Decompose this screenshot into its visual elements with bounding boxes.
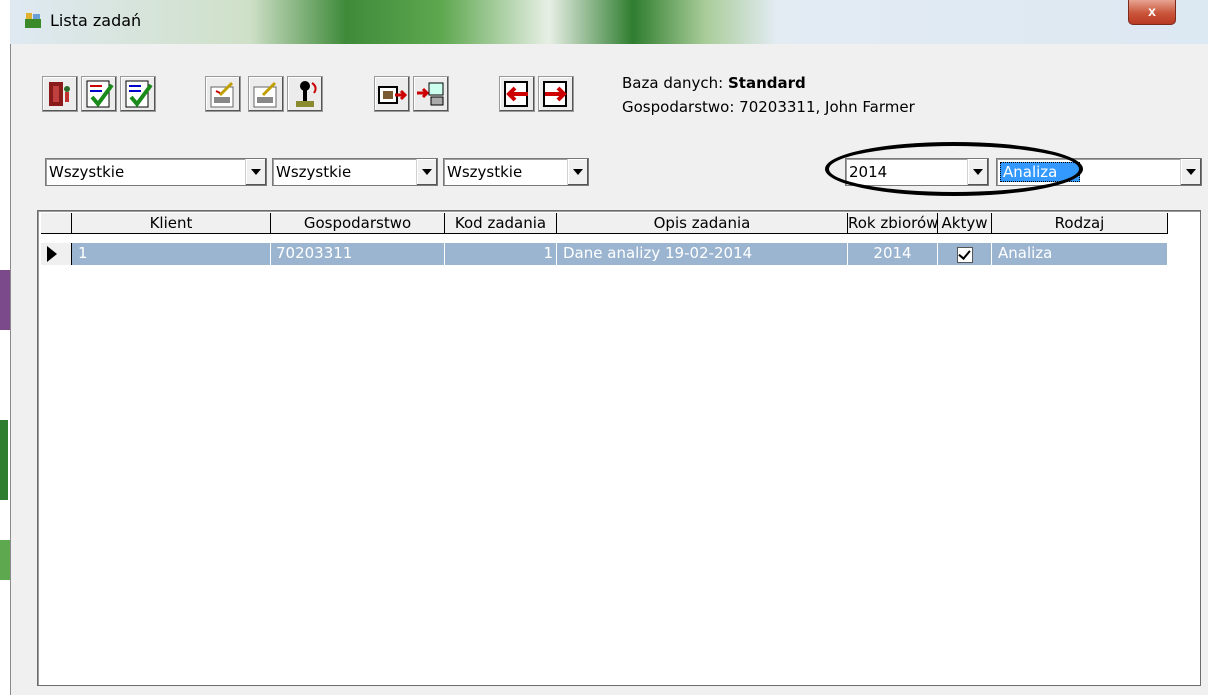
import-right-button[interactable] — [538, 76, 574, 112]
highlight-ellipse — [825, 142, 1083, 196]
cell-kod-zadania[interactable]: 1 — [445, 243, 557, 265]
filter-combo-1[interactable]: Wszystkie — [45, 158, 267, 186]
new-task-button[interactable] — [248, 76, 284, 112]
column-header-rodzaj[interactable]: Rodzaj — [992, 213, 1168, 234]
cell-gospodarstwo[interactable]: 70203311 — [276, 243, 445, 265]
check-all-icon — [86, 80, 114, 108]
close-button[interactable]: x — [1128, 0, 1176, 25]
column-header-rok-zbiorow[interactable]: Rok zbiorów — [848, 213, 938, 234]
edit-task-icon — [210, 81, 234, 108]
chevron-down-icon[interactable] — [1180, 159, 1201, 185]
window-title: Lista zadań — [50, 11, 142, 30]
farm-info: Gospodarstwo: 70203311, John Farmer — [622, 98, 915, 116]
current-row-indicator — [41, 243, 72, 265]
background-decoration — [0, 540, 10, 580]
row-header-corner — [41, 213, 72, 234]
new-task-icon — [253, 81, 277, 108]
column-header-klient[interactable]: Klient — [72, 213, 271, 234]
column-header-opis-zadania[interactable]: Opis zadania — [557, 213, 848, 234]
cell-rodzaj[interactable]: Analiza — [998, 243, 1167, 265]
check-selected-icon — [125, 80, 153, 108]
background-decoration — [0, 270, 10, 330]
export-icon — [378, 86, 408, 104]
check-selected-button[interactable] — [120, 76, 156, 112]
column-header-kod-zadania[interactable]: Kod zadania — [445, 213, 557, 234]
import-left-button[interactable] — [499, 76, 535, 112]
import-right-icon — [543, 81, 567, 107]
chevron-down-icon[interactable] — [245, 159, 266, 185]
transfer-button[interactable] — [413, 76, 449, 112]
task-grid[interactable] — [37, 210, 1201, 686]
cell-opis-zadania[interactable]: Dane analizy 19-02-2014 — [563, 243, 848, 265]
cell-rok-zbiorow[interactable]: 2014 — [848, 243, 938, 265]
cell-klient[interactable]: 1 — [78, 243, 271, 265]
exit-icon — [49, 82, 70, 106]
transfer-icon — [417, 82, 444, 106]
title-bar[interactable]: Lista zadań x — [10, 0, 1208, 44]
filter-2-value: Wszystkie — [276, 163, 352, 181]
filter-3-value: Wszystkie — [447, 163, 523, 181]
import-left-icon — [504, 81, 528, 107]
database-name: Standard — [728, 74, 806, 92]
background-decoration — [0, 420, 8, 500]
joystick-button[interactable] — [287, 76, 323, 112]
chevron-down-icon[interactable] — [567, 159, 588, 185]
export-button[interactable] — [374, 76, 410, 112]
active-checkbox[interactable] — [957, 247, 973, 263]
filter-1-value: Wszystkie — [49, 163, 125, 181]
database-info: Baza danych: Standard Gospodarstwo: 7020… — [622, 71, 915, 119]
filter-combo-2[interactable]: Wszystkie — [272, 158, 438, 186]
chevron-down-icon[interactable] — [416, 159, 437, 185]
exit-button[interactable] — [42, 76, 78, 112]
column-header-gospodarstwo[interactable]: Gospodarstwo — [271, 213, 445, 234]
column-header-aktywne[interactable]: Aktyw — [938, 213, 992, 234]
filter-combo-3[interactable]: Wszystkie — [443, 158, 589, 186]
app-icon — [25, 13, 41, 28]
joystick-icon — [296, 81, 317, 107]
check-all-button[interactable] — [81, 76, 117, 112]
edit-task-button[interactable] — [205, 76, 241, 112]
database-label: Baza danych: — [622, 74, 728, 92]
